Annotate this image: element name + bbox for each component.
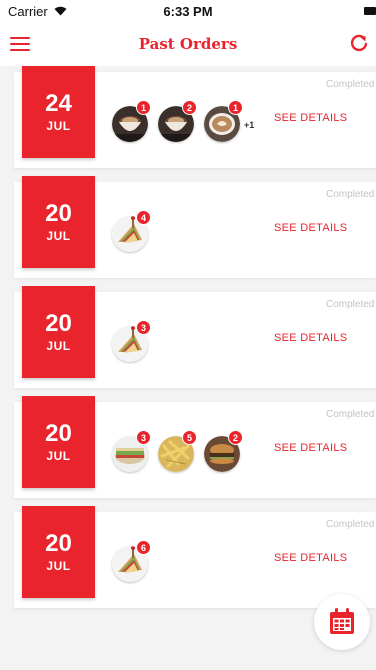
order-status: Completed	[326, 519, 375, 530]
order-status: Completed	[326, 79, 375, 90]
status-bar: Carrier 6:33 PM	[0, 0, 376, 22]
order-day: 20	[45, 310, 72, 337]
item-quantity-badge: 2	[182, 100, 197, 115]
order-month: JUL	[46, 119, 71, 133]
order-card[interactable]: 20 JUL Completed 6 SEE DETAILS	[14, 506, 376, 608]
navigation-bar: Past Orders	[0, 22, 376, 66]
order-day: 20	[45, 530, 72, 557]
order-month: JUL	[46, 449, 71, 463]
item-quantity-badge: 1	[136, 100, 151, 115]
order-day: 20	[45, 420, 72, 447]
order-month: JUL	[46, 229, 71, 243]
order-month: JUL	[46, 559, 71, 573]
order-card[interactable]: 20 JUL Completed 3 5 2 SEE DETAILS	[14, 396, 376, 498]
calendar-filter-button[interactable]	[314, 594, 370, 650]
calendar-icon	[330, 608, 354, 634]
item-quantity-badge: 1	[228, 100, 243, 115]
order-date-badge: 24 JUL	[22, 66, 95, 158]
order-card[interactable]: 20 JUL Completed 4 SEE DETAILS	[14, 176, 376, 278]
order-status: Completed	[326, 299, 375, 310]
see-details-link[interactable]: SEE DETAILS	[274, 552, 347, 564]
item-quantity-badge: 3	[136, 430, 151, 445]
order-day: 24	[45, 90, 72, 117]
order-date-badge: 20 JUL	[22, 286, 95, 378]
order-date-badge: 20 JUL	[22, 396, 95, 488]
order-status: Completed	[326, 189, 375, 200]
see-details-link[interactable]: SEE DETAILS	[274, 222, 347, 234]
item-quantity-badge: 6	[136, 540, 151, 555]
see-details-link[interactable]: SEE DETAILS	[274, 112, 347, 124]
more-items-count: +1	[244, 120, 255, 130]
see-details-link[interactable]: SEE DETAILS	[274, 442, 347, 454]
see-details-link[interactable]: SEE DETAILS	[274, 332, 347, 344]
status-time: 6:33 PM	[163, 4, 213, 19]
order-card[interactable]: 20 JUL Completed 3 SEE DETAILS	[14, 286, 376, 388]
refresh-icon[interactable]	[348, 32, 370, 54]
order-month: JUL	[46, 339, 71, 353]
page-title: Past Orders	[138, 35, 238, 53]
order-day: 20	[45, 200, 72, 227]
item-quantity-badge: 2	[228, 430, 243, 445]
item-quantity-badge: 3	[136, 320, 151, 335]
battery-icon	[364, 7, 376, 15]
item-quantity-badge: 5	[182, 430, 197, 445]
order-card[interactable]: 24 JUL Completed 1 2 1 +1 SEE DETAILS	[14, 66, 376, 168]
item-quantity-badge: 4	[136, 210, 151, 225]
order-date-badge: 20 JUL	[22, 176, 95, 268]
order-status: Completed	[326, 409, 375, 420]
order-date-badge: 20 JUL	[22, 506, 95, 598]
